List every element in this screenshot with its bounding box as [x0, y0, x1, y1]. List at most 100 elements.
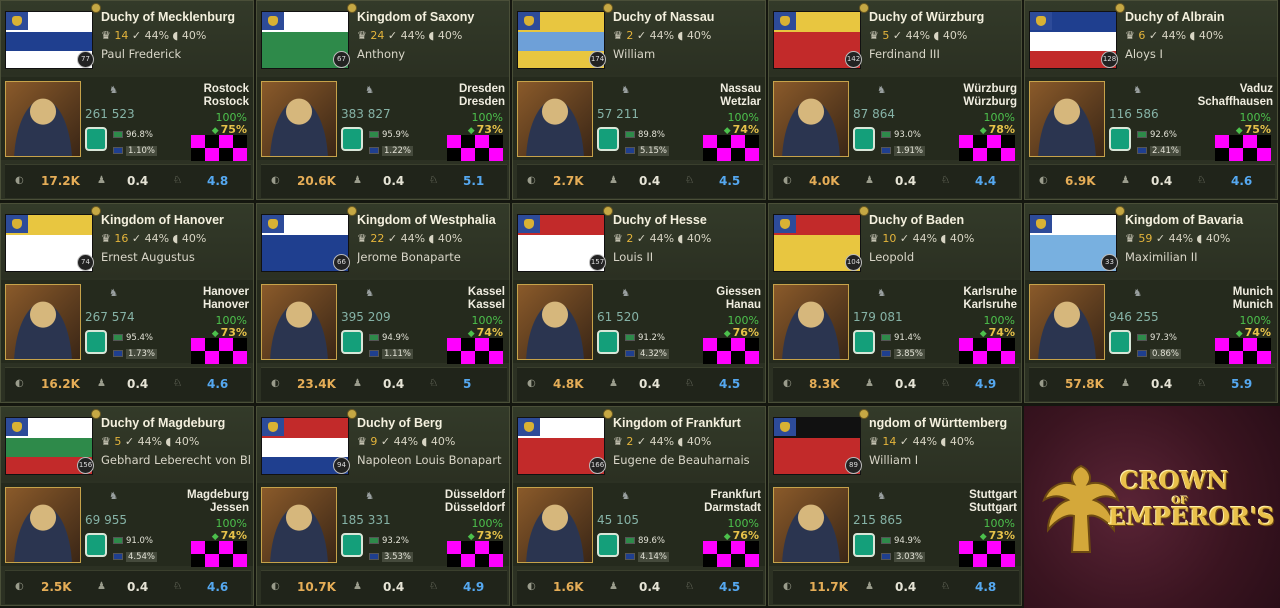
rank-badge: 33 — [1101, 254, 1118, 271]
state-card-footer: ◐ 8.3K ♟ 0.4 ♘ 4.9 — [773, 367, 1019, 401]
cavalry-value: 4.5 — [719, 377, 741, 391]
ruler-portrait[interactable] — [261, 487, 337, 563]
state-name[interactable]: Duchy of Baden — [869, 213, 964, 227]
state-card-header: 67 Kingdom of Saxony ♛ 24 ✓ 44% ◖ 40% An… — [257, 1, 509, 75]
state-card[interactable]: 33 Kingdom of Bavaria ♛ 59 ✓ 44% ◖ 40% M… — [1024, 203, 1278, 403]
ruler-name[interactable]: Aloys I — [1125, 47, 1275, 61]
money-bag-icon: ◐ — [15, 378, 24, 389]
ruler-name[interactable]: Anthony — [357, 47, 507, 61]
crown-rank-icon: ♛ — [1125, 29, 1135, 42]
ruler-portrait[interactable] — [5, 284, 81, 360]
state-card[interactable]: 156 Duchy of Magdeburg ♛ 5 ✓ 44% ◖ 40% G… — [0, 406, 254, 606]
money-value: 2.7K — [553, 174, 584, 188]
population-value: 395 209 — [341, 310, 391, 324]
state-card[interactable]: 74 Kingdom of Hanover ♛ 16 ✓ 44% ◖ 40% E… — [0, 203, 254, 403]
culture-secondary: 4.32% — [625, 348, 670, 361]
ruler-name[interactable]: Paul Frederick — [101, 47, 251, 61]
state-name[interactable]: Duchy of Würzburg — [869, 10, 984, 24]
state-name[interactable]: Duchy of Albrain — [1125, 10, 1225, 24]
state-name[interactable]: Duchy of Magdeburg — [101, 416, 225, 430]
army-value: 0.4 — [639, 580, 661, 594]
state-card[interactable]: 94 Duchy of Berg ♛ 9 ✓ 44% ◖ 40% Napoleo… — [256, 406, 510, 606]
ruler-portrait[interactable] — [1029, 81, 1105, 157]
status-toggle[interactable] — [85, 533, 107, 557]
state-card[interactable]: 104 Duchy of Baden ♛ 10 ✓ 44% ◖ 40% Leop… — [768, 203, 1022, 403]
state-name[interactable]: Duchy of Nassau — [613, 10, 714, 24]
pct-b-value: 40% — [949, 435, 975, 448]
status-toggle[interactable] — [85, 330, 107, 354]
state-name[interactable]: ngdom of Württemberg — [869, 416, 1007, 430]
state-card[interactable]: 66 Kingdom of Westphalia ♛ 22 ✓ 44% ◖ 40… — [256, 203, 510, 403]
money-value: 4.8K — [553, 377, 584, 391]
state-card[interactable]: 174 Duchy of Nassau ♛ 2 ✓ 44% ◖ 40% Will… — [512, 0, 766, 200]
state-name[interactable]: Kingdom of Westphalia — [357, 213, 496, 227]
state-card[interactable]: 67 Kingdom of Saxony ♛ 24 ✓ 44% ◖ 40% An… — [256, 0, 510, 200]
ruler-name[interactable]: Leopold — [869, 250, 1019, 264]
status-toggle[interactable] — [341, 330, 363, 354]
status-toggle[interactable] — [341, 533, 363, 557]
ruler-portrait[interactable] — [261, 284, 337, 360]
state-card[interactable]: 157 Duchy of Hesse ♛ 2 ✓ 44% ◖ 40% Louis… — [512, 203, 766, 403]
status-toggle[interactable] — [853, 330, 875, 354]
status-toggle[interactable] — [597, 127, 619, 151]
state-name[interactable]: Kingdom of Hanover — [101, 213, 224, 227]
status-toggle[interactable] — [341, 127, 363, 151]
ruler-name[interactable]: Ferdinand III — [869, 47, 1019, 61]
ruler-name[interactable]: Napoleon Louis Bonapart — [357, 453, 507, 467]
ruler-name[interactable]: Gebhard Leberecht von Bl — [101, 453, 251, 467]
state-card[interactable]: 166 Kingdom of Frankfurt ♛ 2 ✓ 44% ◖ 40%… — [512, 406, 766, 606]
state-name[interactable]: Duchy of Hesse — [613, 213, 707, 227]
ruler-name[interactable]: Louis II — [613, 250, 763, 264]
money-value: 1.6K — [553, 580, 584, 594]
ruler-portrait[interactable] — [261, 81, 337, 157]
ruler-portrait[interactable] — [5, 81, 81, 157]
ruler-name[interactable]: Ernest Augustus — [101, 250, 251, 264]
state-name[interactable]: Duchy of Berg — [357, 416, 442, 430]
shield-icon: ◖ — [165, 435, 172, 448]
checker-cell — [703, 338, 717, 351]
population-icon: ♞ — [109, 288, 118, 299]
status-toggle[interactable] — [597, 330, 619, 354]
ruler-portrait[interactable] — [517, 487, 593, 563]
ruler-portrait[interactable] — [5, 487, 81, 563]
state-card[interactable]: 142 Duchy of Würzburg ♛ 5 ✓ 44% ◖ 40% Fe… — [768, 0, 1022, 200]
checker-cell — [461, 351, 475, 364]
ruler-name[interactable]: Eugene de Beauharnais — [613, 453, 763, 467]
state-name[interactable]: Kingdom of Saxony — [357, 10, 474, 24]
state-name[interactable]: Kingdom of Frankfurt — [613, 416, 741, 430]
crown-rank-icon: ♛ — [869, 435, 879, 448]
capital-primary: Magdeburg — [187, 489, 249, 501]
status-toggle[interactable] — [597, 533, 619, 557]
checker-cell — [205, 554, 219, 567]
ruler-portrait[interactable] — [773, 81, 849, 157]
checker-cell — [233, 148, 247, 161]
state-name[interactable]: Duchy of Mecklenburg — [101, 10, 235, 24]
rank-value: 2 — [626, 435, 634, 448]
checker-cell — [475, 148, 489, 161]
ruler-name[interactable]: Maximilian II — [1125, 250, 1275, 264]
state-name[interactable]: Kingdom of Bavaria — [1125, 213, 1243, 227]
checker-cell — [1001, 351, 1015, 364]
ruler-portrait[interactable] — [773, 487, 849, 563]
flag-stripe — [774, 438, 860, 457]
missing-texture-placeholder — [959, 541, 1015, 567]
status-toggle[interactable] — [85, 127, 107, 151]
state-card[interactable]: 77 Duchy of Mecklenburg ♛ 14 ✓ 44% ◖ 40%… — [0, 0, 254, 200]
ruler-portrait[interactable] — [1029, 284, 1105, 360]
culture-flag-icon — [1137, 131, 1147, 138]
state-card[interactable]: 89 ngdom of Württemberg ♛ 14 ✓ 44% ◖ 40%… — [768, 406, 1022, 606]
checker-cell — [1257, 148, 1271, 161]
ruler-name[interactable]: Jerome Bonaparte — [357, 250, 507, 264]
state-card[interactable]: 128 Duchy of Albrain ♛ 6 ✓ 44% ◖ 40% Alo… — [1024, 0, 1278, 200]
checker-cell — [1001, 338, 1015, 351]
status-toggle[interactable] — [1109, 127, 1131, 151]
pct-a-value: 44% — [649, 232, 675, 245]
status-toggle[interactable] — [853, 127, 875, 151]
ruler-portrait[interactable] — [517, 284, 593, 360]
ruler-portrait[interactable] — [773, 284, 849, 360]
ruler-portrait[interactable] — [517, 81, 593, 157]
ruler-name[interactable]: William I — [869, 453, 1019, 467]
status-toggle[interactable] — [853, 533, 875, 557]
ruler-name[interactable]: William — [613, 47, 763, 61]
status-toggle[interactable] — [1109, 330, 1131, 354]
